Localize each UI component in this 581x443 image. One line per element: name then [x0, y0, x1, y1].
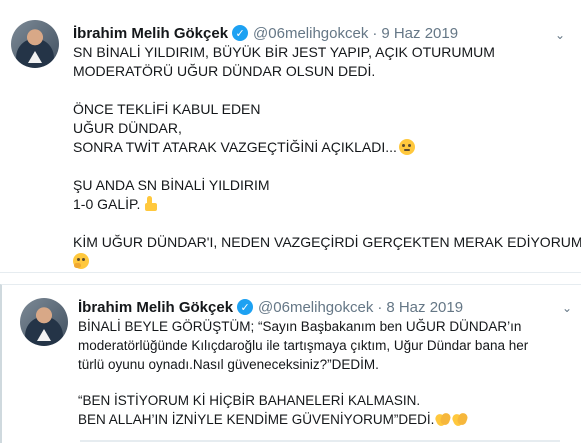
- author-name[interactable]: İbrahim Melih Gökçek: [78, 299, 233, 316]
- tweet-text-segment: BEN ALLAH’IN İZNİYLE KENDİME GÜVENİYORUM…: [78, 412, 435, 427]
- tweet-text-line: BİNALİ BEYLE GÖRÜŞTÜM; “Sayın Başbakanım…: [78, 319, 522, 334]
- tweet-text-line: MODERATÖRÜ UĞUR DÜNDAR OLSUN DEDİ.: [73, 63, 376, 79]
- chevron-down-icon[interactable]: ⌄: [554, 28, 566, 42]
- clapping-hands-icon: [452, 411, 468, 427]
- tweet-text-line: ŞU ANDA SN BİNALİ YILDIRIM: [73, 177, 270, 193]
- tweet-text-line: 1-0 GALİP.: [73, 195, 158, 214]
- separator-dot: ·: [377, 298, 383, 316]
- tweet-text-line: KİM UĞUR DÜNDAR'I, NEDEN VAZGEÇİRDİ GERÇ…: [73, 234, 581, 250]
- tweet-header: İbrahim Melih Gökçek ✓ @06melihgokcek · …: [78, 298, 463, 316]
- tweet-date[interactable]: 8 Haz 2019: [386, 299, 463, 316]
- author-avatar[interactable]: [20, 298, 68, 346]
- clapping-hands-icon: [435, 411, 451, 427]
- tweet-text-line: BEN ALLAH’IN İZNİYLE KENDİME GÜVENİYORUM…: [78, 410, 468, 429]
- tweet-quoted[interactable]: İbrahim Melih Gökçek ✓ @06melihgokcek · …: [0, 284, 581, 443]
- tweet-header: İbrahim Melih Gökçek ✓ @06melihgokcek · …: [73, 24, 458, 42]
- author-avatar[interactable]: [11, 20, 59, 68]
- face-with-rolling-eyes-icon: [398, 139, 415, 155]
- tweet-text-line: SN BİNALİ YILDIRIM, BÜYÜK BİR JEST YAPIP…: [73, 44, 495, 60]
- tweet-text-line: [73, 252, 89, 271]
- tweet-text-line: “BEN İSTİYORUM Kİ HİÇBİR BAHANELERİ KALM…: [78, 393, 421, 408]
- tweet-text-line: ÖNCE TEKLİFİ KABUL EDEN: [73, 101, 261, 117]
- tweet-text-segment: SONRA TWİT ATARAK VAZGEÇTİĞİNİ AÇIKLADI.…: [73, 139, 397, 155]
- author-handle[interactable]: @06melihgokcek: [258, 299, 373, 316]
- author-handle[interactable]: @06melihgokcek: [253, 25, 368, 42]
- tweet-text-line: türlü oyunu oynadı.Nasıl güveneceksiniz?…: [78, 357, 379, 372]
- tweet-date[interactable]: 9 Haz 2019: [381, 25, 458, 42]
- thumbs-up-icon: [142, 196, 158, 212]
- separator-dot: ·: [372, 24, 378, 42]
- tweet-text-line: SONRA TWİT ATARAK VAZGEÇTİĞİNİ AÇIKLADI.…: [73, 138, 415, 157]
- tweet-text-line: moderatörlüğünde Kılıçdaroğlu ile tartış…: [78, 338, 529, 353]
- thinking-face-icon: [73, 253, 89, 269]
- author-name[interactable]: İbrahim Melih Gökçek: [73, 25, 228, 42]
- tweet-main[interactable]: İbrahim Melih Gökçek ✓ @06melihgokcek · …: [0, 0, 581, 273]
- verified-badge-icon: ✓: [237, 299, 254, 315]
- chevron-down-icon[interactable]: ⌄: [561, 301, 573, 315]
- tweet-text-segment: 1-0 GALİP.: [73, 196, 141, 212]
- tweet-text-line: UĞUR DÜNDAR,: [73, 120, 182, 136]
- verified-badge-icon: ✓: [232, 25, 249, 41]
